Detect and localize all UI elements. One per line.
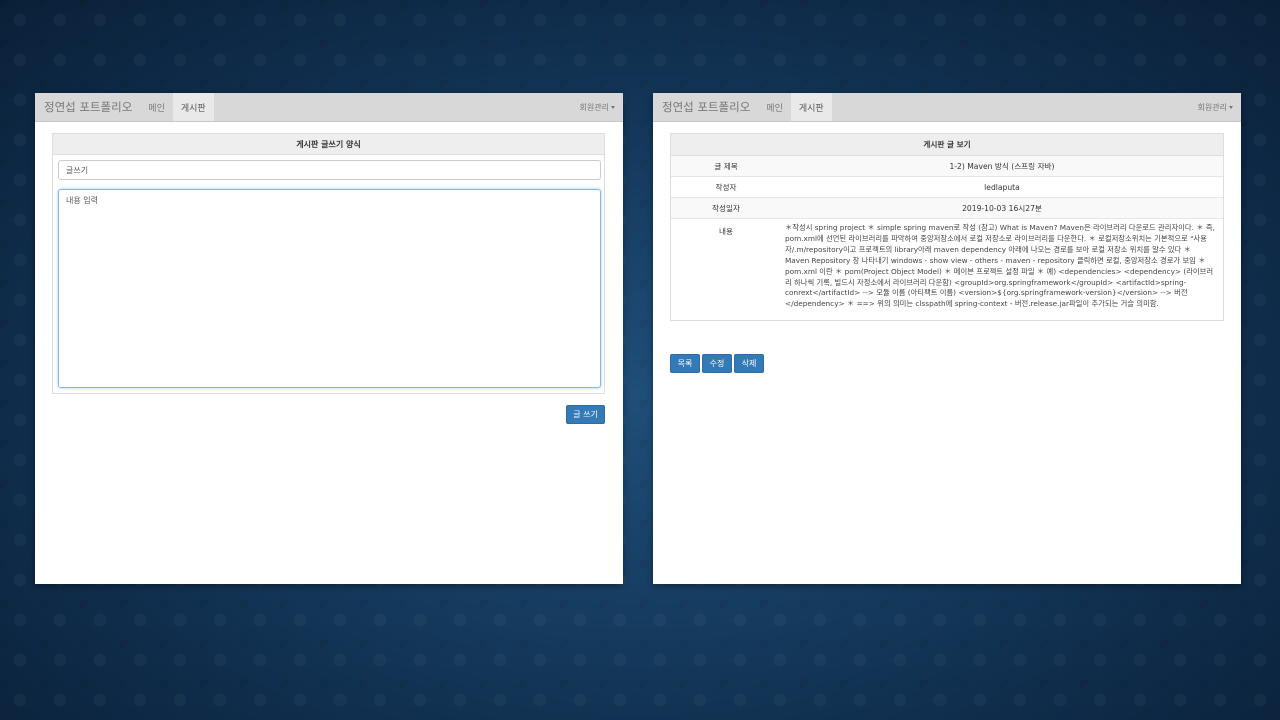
nav-board[interactable]: 게시판 — [172, 93, 214, 121]
view-header: 게시판 글 보기 — [671, 134, 1223, 156]
write-form-window: 정연섭 포트폴리오 메인 게시판 회원관리 게시판 글쓰기 양식 글쓰기 내용 … — [35, 93, 623, 584]
title-input[interactable]: 글쓰기 — [58, 160, 601, 180]
date-label: 작성일자 — [712, 203, 740, 213]
list-button[interactable]: 목록 — [670, 354, 700, 373]
table-row: 글 제목 1-2) Maven 방식 (스프링 자바) — [671, 156, 1223, 177]
navbar-spacer — [832, 93, 1190, 121]
write-form: 게시판 글쓰기 양식 글쓰기 내용 입력 — [52, 133, 605, 394]
title-value: 1-2) Maven 방식 (스프링 자바) — [949, 161, 1055, 171]
navbar-brand[interactable]: 정연섭 포트폴리오 — [653, 93, 758, 121]
author-label: 작성자 — [715, 182, 737, 192]
nav-main[interactable]: 메인 — [758, 93, 791, 121]
table-row: 작성자 ledlaputa — [671, 177, 1223, 198]
action-buttons: 목록 수정 삭제 — [670, 354, 764, 373]
nav-board[interactable]: 게시판 — [790, 93, 832, 121]
edit-button[interactable]: 수정 — [702, 354, 732, 373]
date-value: 2019-10-03 16시27분 — [962, 203, 1042, 213]
member-menu-dropdown[interactable]: 회원관리 — [572, 93, 623, 121]
post-view-table: 게시판 글 보기 글 제목 1-2) Maven 방식 (스프링 자바) 작성자… — [670, 133, 1224, 321]
author-value: ledlaputa — [984, 182, 1020, 192]
table-row: 내용 ＊작성시 spring project ＊ simple spring m… — [671, 219, 1223, 320]
caret-down-icon — [1229, 105, 1233, 109]
content-textarea[interactable]: 내용 입력 — [58, 189, 601, 388]
navbar: 정연섭 포트폴리오 메인 게시판 회원관리 — [35, 93, 623, 122]
content-value: ＊작성시 spring project ＊ simple spring mave… — [785, 223, 1215, 309]
table-row: 작성일자 2019-10-03 16시27분 — [671, 198, 1223, 219]
view-rows: 글 제목 1-2) Maven 방식 (스프링 자바) 작성자 ledlaput… — [671, 156, 1223, 320]
title-label: 글 제목 — [714, 161, 738, 171]
navbar-spacer — [214, 93, 572, 121]
nav-main[interactable]: 메인 — [140, 93, 173, 121]
view-post-window: 정연섭 포트폴리오 메인 게시판 회원관리 게시판 글 보기 글 제목 1-2)… — [653, 93, 1241, 584]
form-header: 게시판 글쓰기 양식 — [53, 134, 604, 155]
member-menu-label: 회원관리 — [579, 102, 609, 112]
member-menu-label: 회원관리 — [1197, 102, 1227, 112]
content-label: 내용 — [719, 227, 733, 236]
navbar-brand[interactable]: 정연섭 포트폴리오 — [35, 93, 140, 121]
write-submit-button[interactable]: 글 쓰기 — [566, 405, 605, 424]
delete-button[interactable]: 삭제 — [734, 354, 764, 373]
member-menu-dropdown[interactable]: 회원관리 — [1190, 93, 1241, 121]
caret-down-icon — [611, 105, 615, 109]
navbar: 정연섭 포트폴리오 메인 게시판 회원관리 — [653, 93, 1241, 122]
